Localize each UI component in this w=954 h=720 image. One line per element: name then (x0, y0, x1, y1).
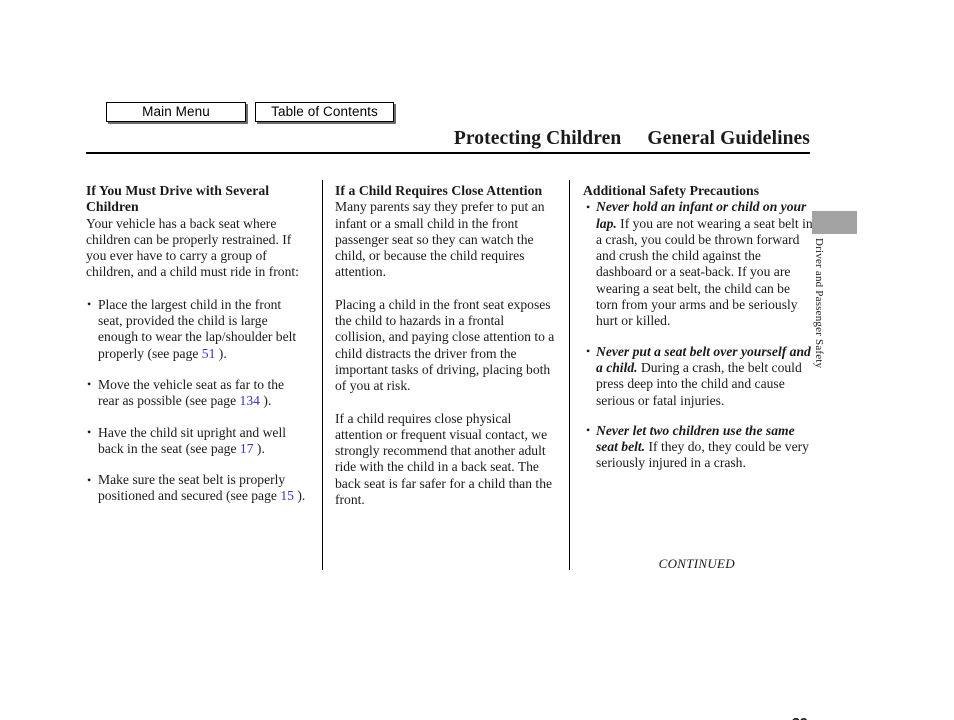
bullet-text-tail: ). (259, 393, 272, 409)
column-2-paragraph-1: Many parents say they prefer to put an i… (335, 199, 545, 280)
column-divider-1 (322, 180, 323, 570)
continued-label: CONTINUED (658, 556, 735, 571)
column-2-paragraph-3: If a child requires close physical atten… (335, 410, 553, 508)
column-1-heading: If You Must Drive with Several Children (86, 183, 270, 215)
page-header: Protecting Children General Guidelines (453, 128, 810, 150)
page-reference-link[interactable]: 51 (202, 346, 216, 361)
navigation-bar: Main Menu Table of Contents (106, 102, 394, 122)
column-1-intro: Your vehicle has a back seat where child… (86, 215, 299, 280)
column-divider-2 (569, 180, 570, 570)
list-item: Have the child sit upright and well back… (86, 424, 308, 458)
list-item: Place the largest child in the front sea… (86, 296, 308, 362)
column-2-heading: If a Child Requires Close Attention (335, 183, 543, 198)
chapter-title: Protecting Children (453, 128, 622, 149)
page-reference-link[interactable]: 15 (280, 488, 294, 503)
column-2-paragraph-2: Placing a child in the front seat expose… (335, 296, 555, 394)
manual-page: Main Menu Table of Contents Protecting C… (0, 0, 954, 720)
column-2: If a Child Requires Close Attention Many… (335, 183, 557, 508)
list-item: Move the vehicle seat as far to the rear… (86, 376, 308, 410)
bullet-body: If you are not wearing a seat belt in a … (596, 215, 813, 329)
section-thumb-tab-label: Driver and Passenger Safety (813, 238, 825, 369)
list-item: Make sure the seat belt is properly posi… (86, 472, 308, 505)
main-menu-button[interactable]: Main Menu (106, 102, 246, 122)
list-item: Never hold an infant or child on your la… (583, 199, 815, 329)
table-of-contents-button[interactable]: Table of Contents (255, 102, 394, 122)
header-rule (86, 152, 810, 154)
page-reference-link[interactable]: 17 (240, 441, 254, 456)
column-1: If You Must Drive with Several Children … (86, 183, 308, 505)
section-thumb-tab (812, 211, 857, 234)
page-reference-link[interactable]: 134 (240, 393, 260, 408)
page-number: 39 (792, 716, 808, 720)
bullet-text-tail: ). (253, 440, 265, 456)
section-title: General Guidelines (647, 128, 810, 149)
bullet-text-tail: ). (293, 488, 306, 504)
column-3: Additional Safety Precautions Never hold… (583, 183, 815, 486)
bullet-text: Make sure the seat belt is properly posi… (98, 472, 286, 504)
column-1-bullet-list: Place the largest child in the front sea… (86, 296, 308, 505)
list-item: Never put a seat belt over yourself and … (583, 343, 815, 409)
bullet-text: Place the largest child in the front sea… (98, 296, 297, 361)
list-item: Never let two children use the same seat… (583, 422, 815, 472)
bullet-text-tail: ). (215, 345, 227, 361)
column-3-heading: Additional Safety Precautions (583, 183, 760, 198)
